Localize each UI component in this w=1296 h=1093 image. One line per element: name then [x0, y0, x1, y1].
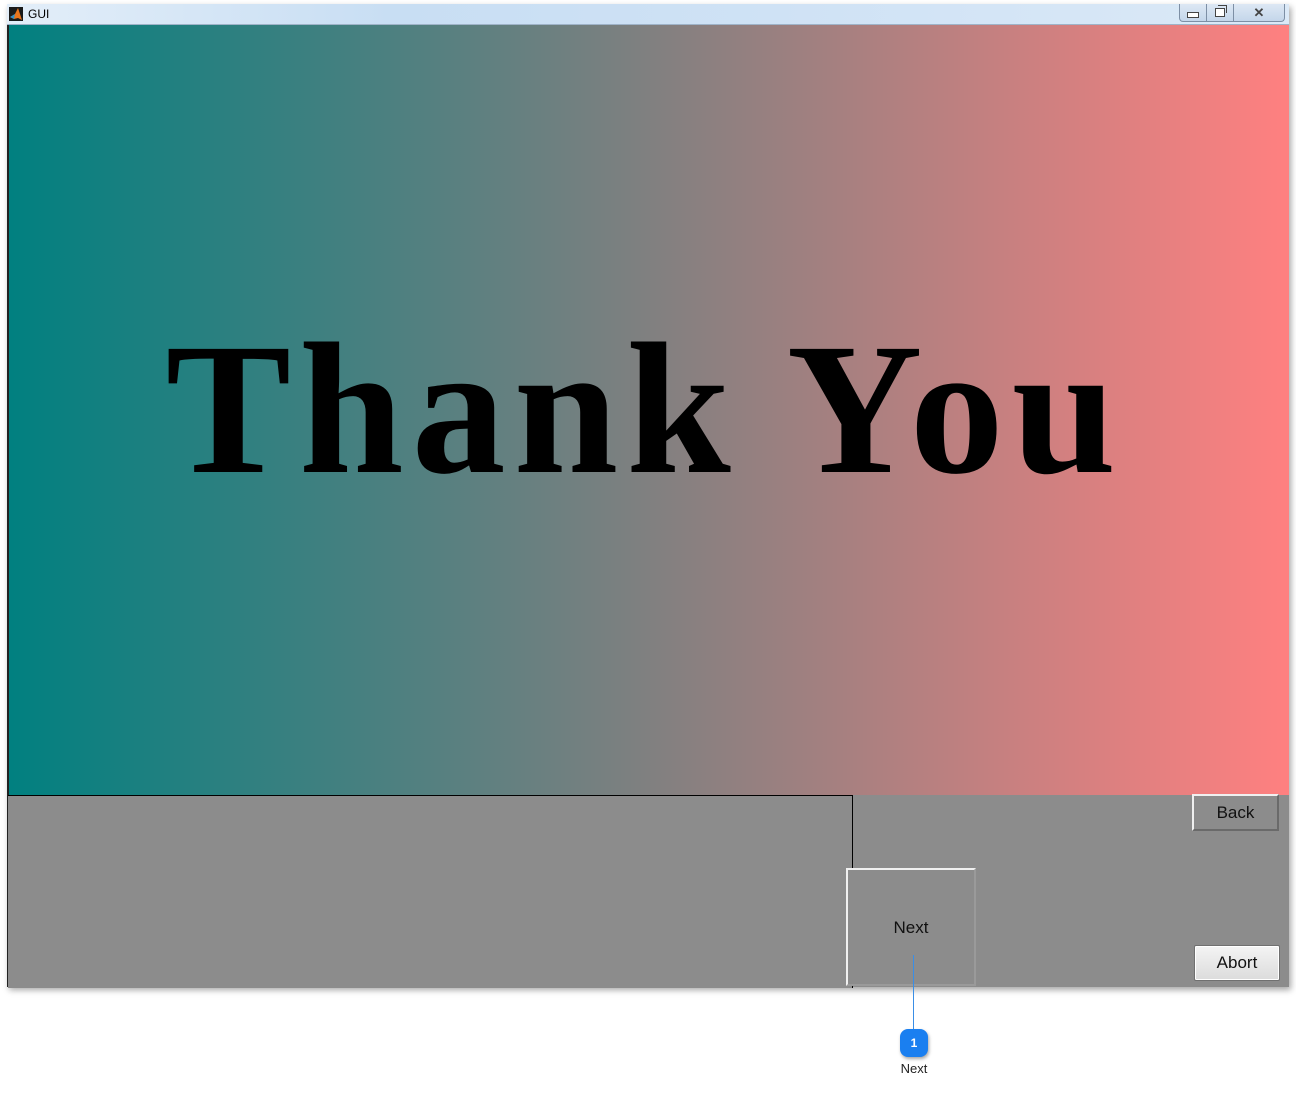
matlab-icon: [9, 7, 23, 21]
close-button[interactable]: ✕: [1234, 4, 1284, 21]
annotation-badge: 1: [900, 1029, 928, 1057]
thank-you-banner: Thank You: [7, 25, 1289, 795]
next-button[interactable]: Next: [846, 868, 976, 986]
close-icon: ✕: [1253, 4, 1265, 20]
window-controls: ✕: [1179, 4, 1285, 22]
bottom-left-panel: [8, 795, 853, 988]
minimize-button[interactable]: [1180, 4, 1207, 21]
thank-you-text: Thank You: [165, 304, 1125, 513]
annotation-leader-line: [913, 955, 914, 1030]
title-bar[interactable]: GUI ✕: [7, 4, 1289, 25]
restore-button[interactable]: [1207, 4, 1234, 21]
gui-window: GUI ✕ Thank You: [7, 4, 1289, 988]
restore-icon: [1215, 5, 1227, 17]
back-button[interactable]: Back: [1192, 794, 1279, 831]
annotation-label: Next: [900, 1061, 928, 1076]
window-title: GUI: [28, 7, 50, 21]
abort-button[interactable]: Abort: [1194, 945, 1280, 981]
minimize-icon: [1187, 12, 1199, 18]
